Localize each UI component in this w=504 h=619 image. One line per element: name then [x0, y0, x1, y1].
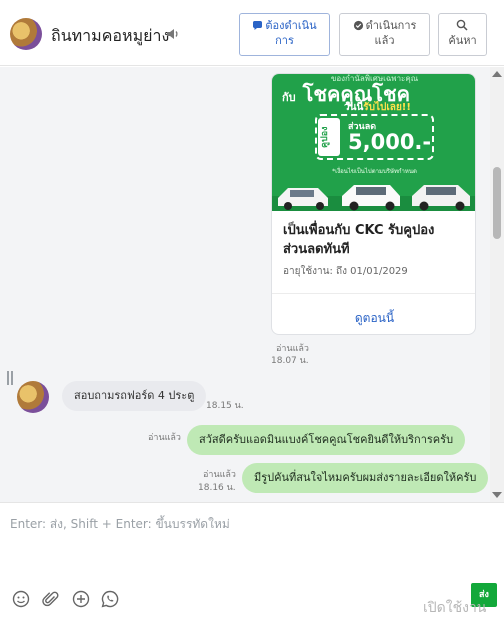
scroll-thumb[interactable] [493, 167, 501, 239]
incoming-message[interactable]: สอบถามรถฟอร์ด 4 ประตู [62, 381, 207, 411]
done-label-2: แล้ว [374, 34, 395, 47]
to-do-label-2: การ [275, 34, 294, 47]
outgoing-2-read-status: อ่านแล้ว [203, 470, 236, 480]
message-input[interactable]: Enter: ส่ง, Shift + Enter: ขึ้นบรรทัดใหม… [10, 515, 230, 534]
card-title: เป็นเพื่อนกับ CKC รับคูปองส่วนลดทันที [283, 223, 435, 257]
add-icon[interactable] [72, 590, 90, 608]
card-expiry: อายุใช้งาน: ถึง 01/01/2029 [283, 266, 408, 277]
promo-headline: กับ โชคคูณโชค [282, 78, 472, 106]
activation-watermark: เปิดใช้งาน [423, 600, 487, 616]
to-do-label-1: ต้องดำเนิน [265, 19, 317, 32]
contact-name[interactable]: ถินทามคอหมูย่าง [51, 24, 169, 49]
cars-image [272, 185, 475, 211]
chat-history[interactable]: ของกำนัลพิเศษเฉพาะคุณ กับ โชคคูณโชค วันน… [0, 67, 504, 502]
search-label: ค้นหา [448, 34, 477, 47]
chat-scrollbar[interactable] [490, 67, 504, 502]
to-do-button[interactable]: ต้องดำเนิน การ [239, 13, 330, 56]
search-button[interactable]: ค้นหา [438, 13, 487, 56]
chat-bubble-icon [253, 21, 263, 30]
scroll-down-arrow[interactable] [492, 492, 502, 498]
resize-handle[interactable] [7, 371, 13, 385]
card-read-status: อ่านแล้ว [276, 344, 309, 354]
outgoing-message-1[interactable]: สวัสดีครับแอดมินแบงค์โชคคูณโชคยินดีให้บร… [187, 425, 466, 455]
promo-sub-prefix: วันนี้ [344, 102, 364, 113]
chat-header: ถินทามคอหมูย่าง ต้องดำเนิน การ ดำเนินการ… [0, 0, 504, 66]
scroll-up-arrow[interactable] [492, 71, 502, 77]
promo-sub-highlight: รับไปเลย!! [363, 102, 411, 113]
coupon-side-label: คูปอง [318, 118, 340, 156]
speaker-icon[interactable] [166, 27, 180, 41]
outgoing-2-timestamp: 18.16 น. [198, 483, 236, 493]
incoming-timestamp: 18.15 น. [206, 401, 244, 411]
check-chat-icon [353, 20, 363, 31]
promo-subline: วันนี้รับไปเลย!! [344, 100, 411, 115]
promo-headline-small: กับ [282, 91, 296, 104]
card-timestamp: 18.07 น. [271, 356, 309, 366]
coupon-card[interactable]: ของกำนัลพิเศษเฉพาะคุณ กับ โชคคูณโชค วันน… [271, 73, 476, 335]
search-icon [456, 19, 468, 31]
discount-amount: 5,000.- [348, 130, 432, 154]
attach-icon[interactable] [42, 590, 60, 608]
sender-avatar[interactable] [17, 381, 49, 413]
done-label-1: ดำเนินการ [365, 19, 417, 32]
contact-avatar[interactable] [10, 18, 42, 50]
view-now-link[interactable]: ดูตอนนี้ [272, 309, 475, 328]
coupon-graphic: คูปอง ส่วนลด 5,000.- [315, 114, 434, 160]
emoji-icon[interactable] [12, 590, 30, 608]
message-composer[interactable]: Enter: ส่ง, Shift + Enter: ขึ้นบรรทัดใหม… [0, 502, 504, 619]
coupon-banner[interactable]: ของกำนัลพิเศษเฉพาะคุณ กับ โชคคูณโชค วันน… [272, 74, 475, 211]
outgoing-message-2[interactable]: มีรูปคันที่สนใจไหมครับผมส่งรายละเอียดให้… [242, 463, 489, 493]
done-button[interactable]: ดำเนินการ แล้ว [339, 13, 430, 56]
whatsapp-icon[interactable] [101, 590, 119, 608]
card-divider [272, 293, 475, 294]
outgoing-1-read-status: อ่านแล้ว [148, 433, 181, 443]
